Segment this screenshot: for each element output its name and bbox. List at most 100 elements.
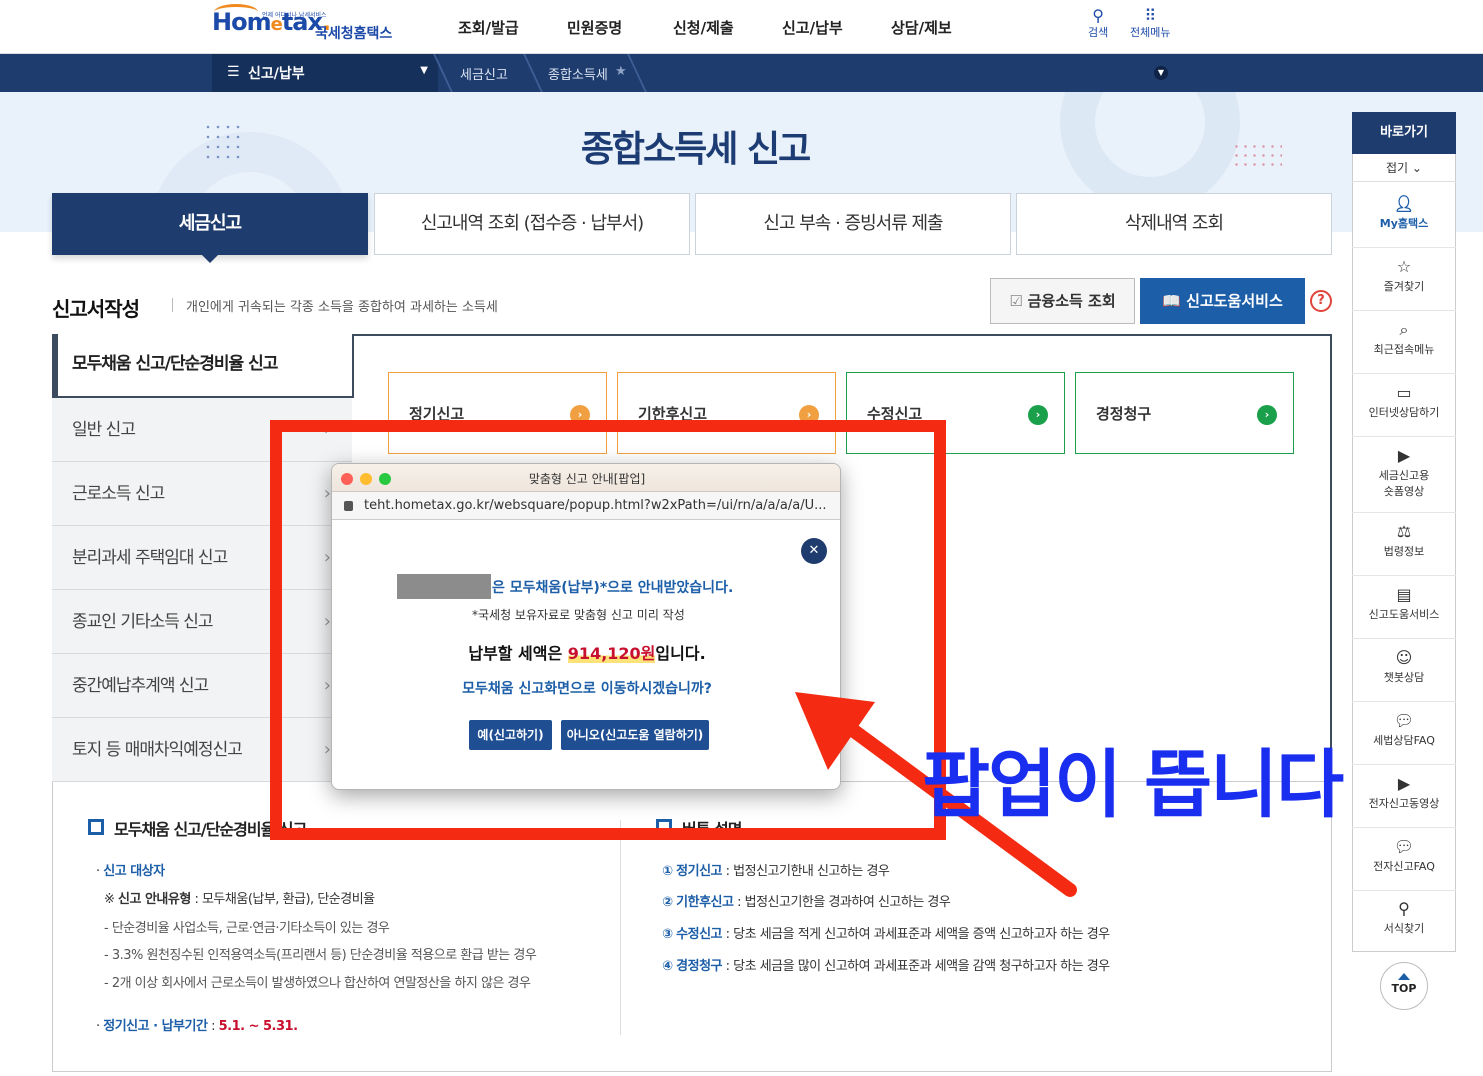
chat-icon: 💬︎ bbox=[1393, 837, 1415, 856]
button-desc-item: ③ 수정신고 : 당초 세금을 적게 신고하여 과세표준과 세액을 증액 신고하… bbox=[662, 923, 1110, 942]
chatbot-icon: ☺ bbox=[1395, 648, 1413, 667]
quick-label: 신고도움서비스 bbox=[1368, 608, 1440, 621]
quick-label: My홈택스 bbox=[1379, 217, 1429, 230]
num-badge: ③ bbox=[662, 927, 673, 942]
chat-icon: 💬︎ bbox=[1393, 711, 1415, 730]
play-icon: ▶︎ bbox=[1397, 774, 1411, 793]
logo-subtitle: 국세청홈택스 bbox=[315, 26, 393, 42]
option-correction[interactable]: 경정청구 › bbox=[1075, 372, 1294, 454]
info-guide-type-label: 신고 안내유형 bbox=[118, 892, 191, 907]
tab-attachment-submit[interactable]: 신고 부속 · 증빙서류 제출 bbox=[695, 193, 1011, 255]
annotation-caption: 팝업이 뜹니다 bbox=[922, 742, 1344, 828]
recent-icon: ⌕ bbox=[1399, 320, 1409, 339]
section-title: 신고서작성 bbox=[52, 297, 140, 321]
quick-label: 전자신고FAQ bbox=[1373, 860, 1435, 873]
side-item-label: 종교인 기타소득 신고 bbox=[72, 612, 214, 632]
quick-online-consult[interactable]: ▭ 인터넷상담하기 bbox=[1352, 374, 1456, 437]
breadcrumb-separator bbox=[511, 54, 543, 92]
person-icon: 👤︎ bbox=[1393, 194, 1415, 213]
tab-tax-report[interactable]: 세금신고 bbox=[52, 193, 368, 255]
quick-favorites[interactable]: ☆ 즐겨찾기 bbox=[1352, 248, 1456, 311]
num-badge: ④ bbox=[662, 959, 673, 974]
quick-label: 전자신고동영상 bbox=[1368, 797, 1440, 810]
info-period-label: 정기신고 · 납부기간 bbox=[103, 1019, 208, 1034]
search-icon: ⚲ bbox=[1398, 899, 1410, 918]
monitor-icon: ▭ bbox=[1396, 383, 1412, 402]
quick-label: 세금신고용 숏폼영상 bbox=[1378, 469, 1430, 498]
tab-deleted-history[interactable]: 삭제내역 조회 bbox=[1016, 193, 1332, 255]
side-item-label: 중간예납추계액 신고 bbox=[72, 676, 209, 696]
quick-label: 인터넷상담하기 bbox=[1368, 406, 1440, 419]
button-desc-name: 기한후신고 bbox=[676, 895, 734, 910]
divider bbox=[172, 298, 173, 312]
button-desc-name: 정기신고 bbox=[676, 864, 722, 879]
quick-law[interactable]: ⚖ 법령정보 bbox=[1352, 513, 1456, 576]
menu-dropdown-label: 신고/납부 bbox=[248, 66, 305, 82]
nav-report[interactable]: 신고/납부 bbox=[782, 17, 843, 38]
breadcrumb-tax-report[interactable]: 세금신고 bbox=[460, 64, 508, 83]
quick-label: 세법상담FAQ bbox=[1373, 734, 1435, 747]
info-target-label: 신고 대상자 bbox=[103, 864, 165, 879]
quick-form-search[interactable]: ⚲ 서식찾기 bbox=[1352, 890, 1456, 953]
info-guide-type-value: : 모두채움(납부, 환급), 단순경비율 bbox=[190, 892, 375, 907]
quick-shortform[interactable]: ▶︎ 세금신고용 숏폼영상 bbox=[1352, 437, 1456, 513]
menu-dropdown[interactable]: ☰ 신고/납부 ▼ bbox=[212, 54, 438, 92]
triangle-up-icon bbox=[1398, 973, 1410, 980]
gavel-icon: ⚖ bbox=[1396, 522, 1412, 541]
quick-my-hometax[interactable]: 👤︎ My홈택스 bbox=[1352, 185, 1456, 248]
info-target: · 신고 대상자 bbox=[96, 864, 165, 879]
tab-report-history[interactable]: 신고내역 조회 (접수증 · 납부서) bbox=[374, 193, 690, 255]
quick-tax-faq[interactable]: 💬︎ 세법상담FAQ bbox=[1352, 702, 1456, 765]
side-item-label: 일반 신고 bbox=[72, 420, 136, 440]
page-title: 종합소득세 신고 bbox=[580, 129, 811, 170]
quick-efile-faq[interactable]: 💬︎ 전자신고FAQ bbox=[1352, 828, 1456, 891]
arrow-right-icon: › bbox=[1028, 405, 1048, 425]
nav-consult[interactable]: 상담/제보 bbox=[891, 17, 952, 38]
star-icon: ☆ bbox=[1396, 257, 1412, 276]
side-item-prefilled[interactable]: 모두채움 신고/단순경비율 신고 bbox=[52, 334, 354, 398]
info-guide-type: ※ 신고 안내유형 : 모두채움(납부, 환급), 단순경비율 bbox=[104, 892, 375, 907]
arrow-right-icon: › bbox=[1257, 405, 1277, 425]
side-item-label: 분리과세 주택임대 신고 bbox=[72, 548, 228, 568]
button-desc-name: 수정신고 bbox=[676, 927, 722, 942]
global-header: Hometax. 언제 어디서나 납세서비스 국세청홈택스 조회/발급 민원증명… bbox=[0, 0, 1483, 54]
search-icon: ⚲ bbox=[1092, 6, 1104, 25]
question-icon[interactable]: ? bbox=[1310, 290, 1332, 312]
nav-inquiry[interactable]: 조회/발급 bbox=[458, 17, 519, 38]
side-item-label: 근로소득 신고 bbox=[72, 484, 165, 504]
breadcrumb-income-tax[interactable]: 종합소득세 bbox=[548, 64, 608, 83]
all-menu-label: 전체메뉴 bbox=[1130, 26, 1171, 39]
side-item-label: 토지 등 매매차익예정신고 bbox=[72, 740, 243, 760]
num-badge: ② bbox=[662, 895, 673, 910]
quick-report-help[interactable]: ▤ 신고도움서비스 bbox=[1352, 576, 1456, 639]
option-label: 경정청구 bbox=[1096, 405, 1152, 423]
financial-income-button[interactable]: ☑ 금융소득 조회 bbox=[990, 278, 1135, 324]
scroll-top-button[interactable]: TOP bbox=[1380, 962, 1428, 1010]
quick-efile-video[interactable]: ▶︎ 전자신고동영상 bbox=[1352, 765, 1456, 828]
quick-menu-fold[interactable]: 접기 ⌄ bbox=[1352, 154, 1456, 182]
section-description: 개인에게 귀속되는 각종 소득을 종합하여 과세하는 소득세 bbox=[186, 300, 498, 315]
play-icon: ▶︎ bbox=[1397, 446, 1411, 465]
info-period: · 정기신고 · 납부기간 : 5.1. ~ 5.31. bbox=[96, 1019, 298, 1034]
button-desc-item: ④ 경정청구 : 당초 세금을 많이 신고하여 과세표준과 세액을 감액 청구하… bbox=[662, 955, 1110, 974]
all-menu-button[interactable]: ⠿ 전체메뉴 bbox=[1130, 8, 1170, 40]
button-desc-text: : 당초 세금을 많이 신고하여 과세표준과 세액을 감액 청구하고자 하는 경… bbox=[722, 959, 1111, 974]
chevron-down-icon[interactable]: ▼ bbox=[1154, 66, 1168, 80]
quick-menu-title: 바로가기 bbox=[1352, 112, 1456, 154]
nav-application[interactable]: 신청/제출 bbox=[673, 17, 734, 38]
quick-recent[interactable]: ⌕ 최근접속메뉴 bbox=[1352, 311, 1456, 374]
book-icon: 📖 bbox=[1162, 292, 1187, 310]
button-desc-name: 경정청구 bbox=[676, 959, 722, 974]
quick-label: 즐겨찾기 bbox=[1383, 280, 1425, 293]
quick-chatbot[interactable]: ☺ 챗봇상담 bbox=[1352, 639, 1456, 702]
report-help-label: 신고도움서비스 bbox=[1186, 292, 1283, 310]
scroll-top-label: TOP bbox=[1391, 982, 1417, 995]
report-help-button[interactable]: 📖 신고도움서비스 bbox=[1140, 278, 1305, 324]
grid-icon: ⠿ bbox=[1144, 6, 1157, 25]
financial-income-label: 금융소득 조회 bbox=[1027, 292, 1116, 310]
info-line: - 2개 이상 회사에서 근로소득이 발생하였으나 합산하여 연말정산을 하지 … bbox=[104, 976, 531, 991]
info-line: - 단순경비율 사업소득, 근로·연금·기타소득이 있는 경우 bbox=[104, 921, 390, 936]
nav-certificate[interactable]: 민원증명 bbox=[567, 17, 622, 38]
search-button[interactable]: ⚲ 검색 bbox=[1088, 8, 1108, 40]
info-period-value: 5.1. ~ 5.31. bbox=[218, 1019, 298, 1034]
